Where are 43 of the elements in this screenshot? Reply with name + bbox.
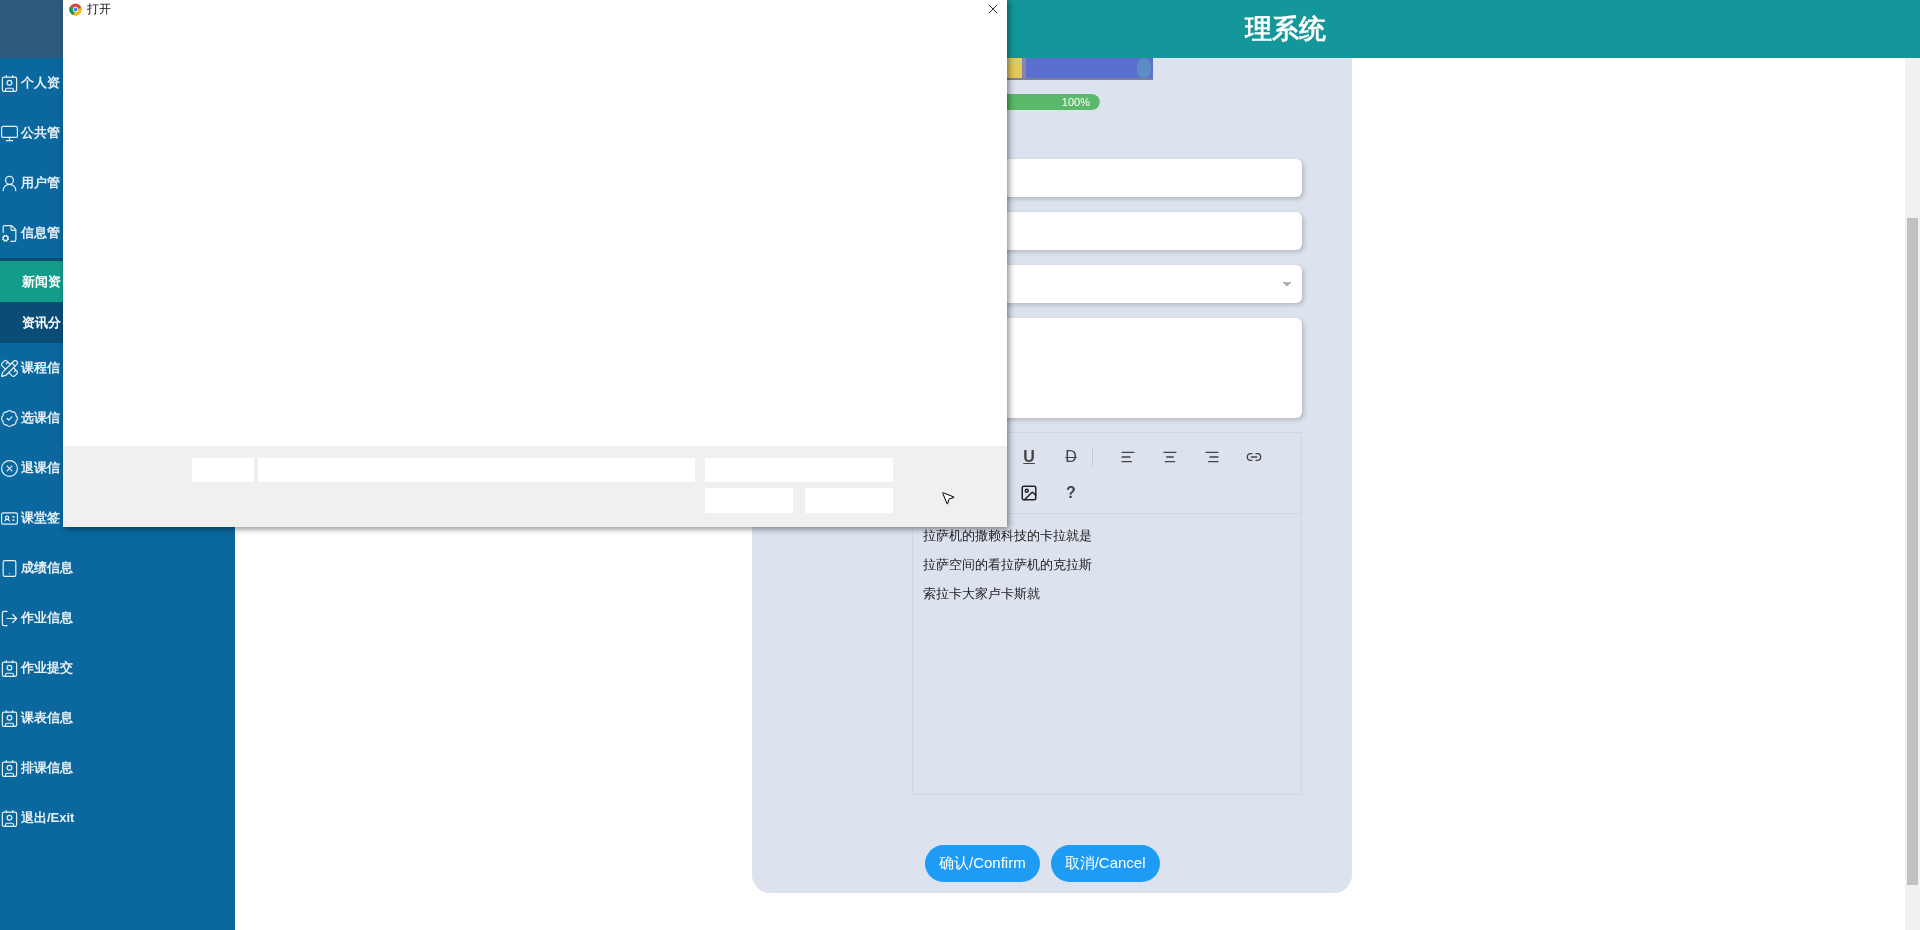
circle-x-icon — [0, 458, 19, 478]
strikethrough-button[interactable]: D — [1050, 443, 1092, 471]
progress-reading: 100% — [1061, 96, 1091, 108]
sidebar-item[interactable]: 作业提交 — [0, 643, 235, 693]
dialog-title: 打开 — [87, 0, 112, 18]
cancel-button[interactable]: 取消/Cancel — [1050, 845, 1160, 882]
editor-text-line: 拉萨机的撒赖科技的卡拉就是 — [923, 527, 1093, 545]
help-button[interactable]: ? — [1050, 479, 1092, 507]
scrollbar[interactable] — [1905, 58, 1920, 930]
align-center-icon — [1162, 449, 1178, 465]
align-left-icon — [1120, 449, 1136, 465]
pencil-ruler-icon — [0, 358, 19, 378]
monitor-icon — [0, 123, 19, 143]
sidebar-item[interactable]: 退出/Exit — [0, 793, 235, 843]
badge-icon — [0, 408, 19, 428]
sidebar-item[interactable]: 排课信息 — [0, 743, 235, 793]
document-gear-icon — [0, 223, 19, 243]
sidebar-item[interactable]: 课程信 — [0, 343, 235, 393]
sidebar-item[interactable]: 个人资 — [0, 58, 235, 108]
sidebar-item[interactable]: 退课信 — [0, 443, 235, 493]
user-list-icon — [0, 658, 19, 678]
user-list-icon — [0, 758, 19, 778]
app-title: 理系统 — [1245, 13, 1326, 46]
sidebar-item[interactable]: 公共管 — [0, 108, 235, 158]
editor-text-line: 拉萨空间的看拉萨机的克拉斯 — [923, 556, 1093, 574]
user-list-icon — [0, 708, 19, 728]
sidebar-item[interactable]: 课表信息 — [0, 693, 235, 743]
exit-icon — [0, 608, 19, 628]
user-list-icon — [0, 808, 19, 828]
confirm-button[interactable]: 确认/Confirm — [925, 845, 1040, 882]
user-icon — [0, 173, 19, 193]
editor-text-line: 索拉卡大家卢卡斯就 — [923, 585, 1041, 603]
sidebar-item[interactable]: 课堂签 — [0, 493, 235, 543]
sidebar-item[interactable]: 用户管 — [0, 158, 235, 208]
underline-button[interactable]: U — [1008, 443, 1050, 471]
sidebar-item[interactable]: 作业信息 — [0, 593, 235, 643]
image-icon — [1020, 484, 1038, 502]
sidebar-item[interactable]: 成绩信息 — [0, 543, 235, 593]
mouse-cursor-icon — [940, 490, 956, 506]
sidebar-item[interactable]: 选课信 — [0, 393, 235, 443]
tablet-icon — [0, 558, 19, 578]
align-right-icon — [1204, 449, 1220, 465]
user-list-icon — [0, 73, 19, 93]
